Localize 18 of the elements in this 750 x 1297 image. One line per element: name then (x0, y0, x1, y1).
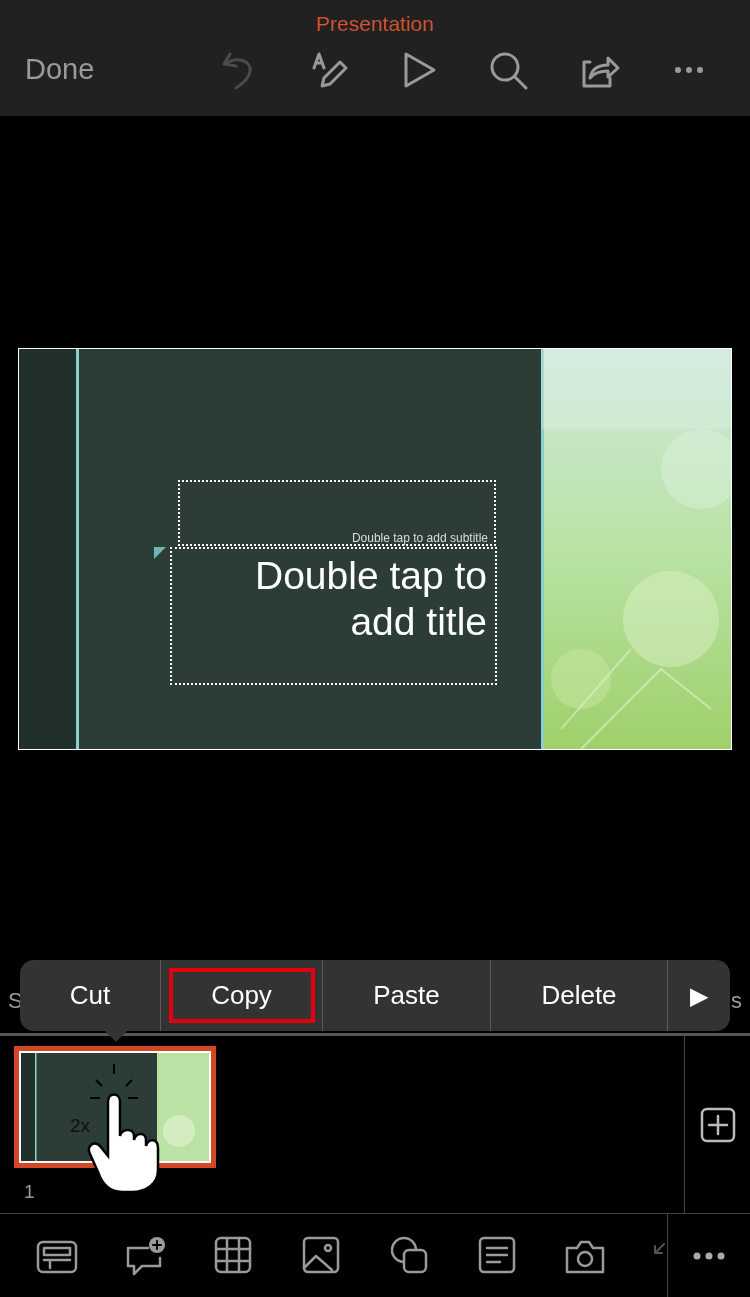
menu-item[interactable]: Delete (491, 960, 668, 1031)
menu-item[interactable]: Cut (20, 960, 161, 1031)
subtitle-placeholder[interactable]: Double tap to add subtitle (178, 480, 496, 546)
more-arrow-button[interactable]: ▶ (668, 960, 730, 1031)
window-title: Presentation (315, 11, 435, 37)
done-button[interactable]: Done (25, 48, 125, 92)
slide-number: 1 (24, 1180, 36, 1204)
triangle-marker-icon (154, 547, 166, 559)
title-placeholder[interactable]: Double tap to add title (170, 547, 497, 685)
table-icon[interactable] (212, 1235, 254, 1276)
add-slide-icon[interactable] (699, 1106, 736, 1143)
shapes-icon[interactable] (388, 1235, 430, 1276)
image-icon[interactable] (300, 1235, 342, 1276)
add-comment-icon[interactable] (124, 1235, 166, 1276)
menu-item[interactable]: Paste (323, 960, 491, 1031)
text-box-icon[interactable] (476, 1235, 518, 1276)
panel-heading-fragment: s (731, 986, 742, 1015)
menu-item[interactable]: Copy (161, 960, 323, 1031)
